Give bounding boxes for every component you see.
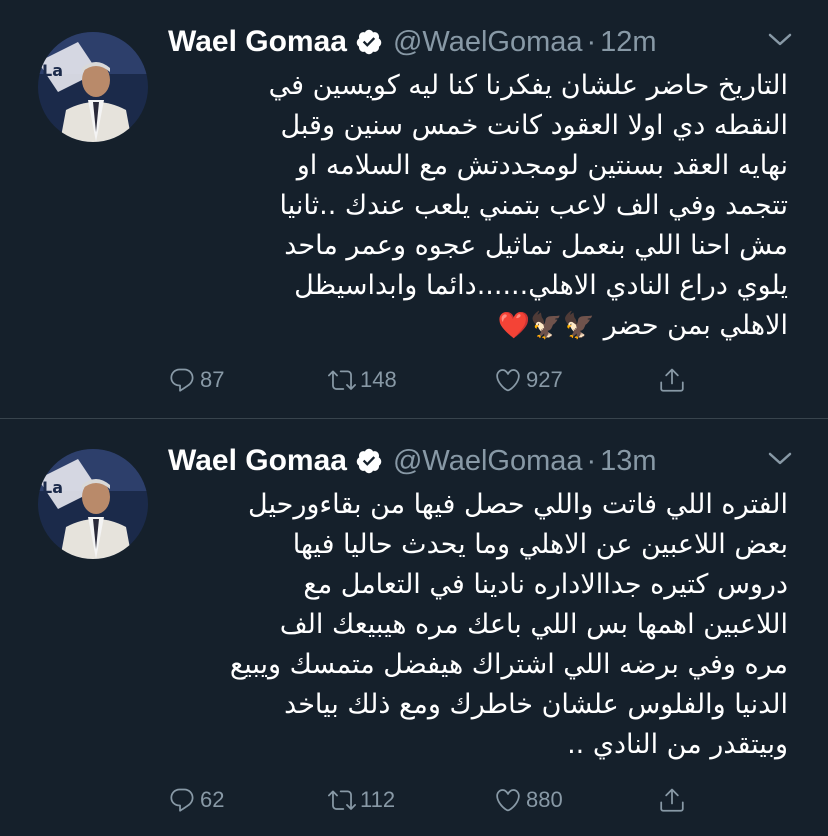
retweet-button[interactable]: 112 [328,786,395,814]
timestamp[interactable]: 12m [600,26,656,59]
chevron-down-icon[interactable] [768,451,792,467]
tweet-text-line: وبيتقدر من النادي .. [567,729,788,760]
tweet[interactable]: La Wael Gomaa @WaelGomaa · 12m التاريخ ح… [0,0,828,419]
separator-dot: · [586,25,597,58]
retweet-count: 112 [360,787,396,812]
retweet-icon [328,366,356,394]
reply-count: 62 [200,787,225,812]
separator-dot: · [586,444,597,477]
tweet-text: التاريخ حاضر علشان يفكرنا كنا ليه كويسين… [168,66,788,346]
tweet-text-line: يلوي دراع النادي الاهلي......دائما وابدا… [294,270,788,301]
like-icon [494,366,522,394]
timestamp[interactable]: 13m [600,445,656,478]
tweet-text-line: النقطه دي اولا العقود كانت خمس سنين وقبل [280,110,788,141]
like-icon [494,786,522,814]
tweet-text-line: تتجمد وفي الف لاعب بتمني يلعب عندك ..ثان… [279,190,789,221]
author-handle[interactable]: @WaelGomaa [393,445,583,478]
share-button[interactable] [658,366,686,394]
reply-button[interactable]: 62 [168,786,224,814]
avatar[interactable]: La [38,449,148,559]
retweet-count: 148 [360,367,397,392]
author-name[interactable]: Wael Gomaa [168,25,347,59]
tweet-text-line: نهايه العقد بسنتين لومجددتش مع السلامه ا… [296,150,788,181]
author-name[interactable]: Wael Gomaa [168,444,347,478]
like-button[interactable]: 927 [494,366,563,394]
avatar-logo-text: La [42,478,63,497]
like-count: 880 [526,787,563,812]
tweet-actions: 87 148 927 [164,362,704,402]
like-button[interactable]: 880 [494,786,563,814]
tweet-text-line: التاريخ حاضر علشان يفكرنا كنا ليه كويسين… [268,70,788,101]
tweet-text-line: دروس كتيره جداالاداره نادينا في التعامل … [303,569,788,600]
avatar[interactable]: La [38,32,148,142]
retweet-icon [328,786,356,814]
tweet-text-line: الفتره اللي فاتت واللي حصل فيها من بقاءو… [248,489,788,520]
tweet-text-line: مره وفي برضه اللي اشتراك هيفضل متمسك ويب… [229,649,788,680]
reply-button[interactable]: 87 [168,366,224,394]
share-button[interactable] [658,786,686,814]
tweet-text: الفتره اللي فاتت واللي حصل فيها من بقاءو… [168,485,788,765]
tweet-text-line: مش احنا اللي بنعمل تماثيل عجوه وعمر ماحد [284,230,788,261]
retweet-button[interactable]: 148 [328,366,397,394]
avatar-logo-text: La [42,61,63,80]
chevron-down-icon[interactable] [768,32,792,48]
tweet-text-last-line: الاهلي بمن حضر 🦅🦅❤️ [168,306,788,346]
tweet-text-line: اللاعبين اهمها بس اللي باعك مره هيبيعك ا… [279,609,788,640]
tweet[interactable]: La Wael Gomaa @WaelGomaa · 13m الفتره ال… [0,419,828,836]
tweet-text-line: بعض اللاعبين عن الاهلي وما يحدث حاليا في… [292,529,788,560]
like-count: 927 [526,367,563,392]
reply-icon [168,786,196,814]
tweet-text-line: الدنيا والفلوس علشان خاطرك ومع ذلك بياخد [284,689,788,720]
author-handle[interactable]: @WaelGomaa [393,26,583,59]
eagle-heart-emojis: 🦅🦅❤️ [497,311,595,341]
tweet-actions: 62 112 880 [164,782,704,822]
tweet-text-line: الاهلي بمن حضر [603,310,788,341]
tweet-header: Wael Gomaa @WaelGomaa · 12m [168,20,657,64]
reply-count: 87 [200,367,225,392]
verified-badge-icon [355,28,383,56]
share-icon [658,786,686,814]
share-icon [658,366,686,394]
verified-badge-icon [355,447,383,475]
tweet-header: Wael Gomaa @WaelGomaa · 13m [168,439,657,483]
reply-icon [168,366,196,394]
